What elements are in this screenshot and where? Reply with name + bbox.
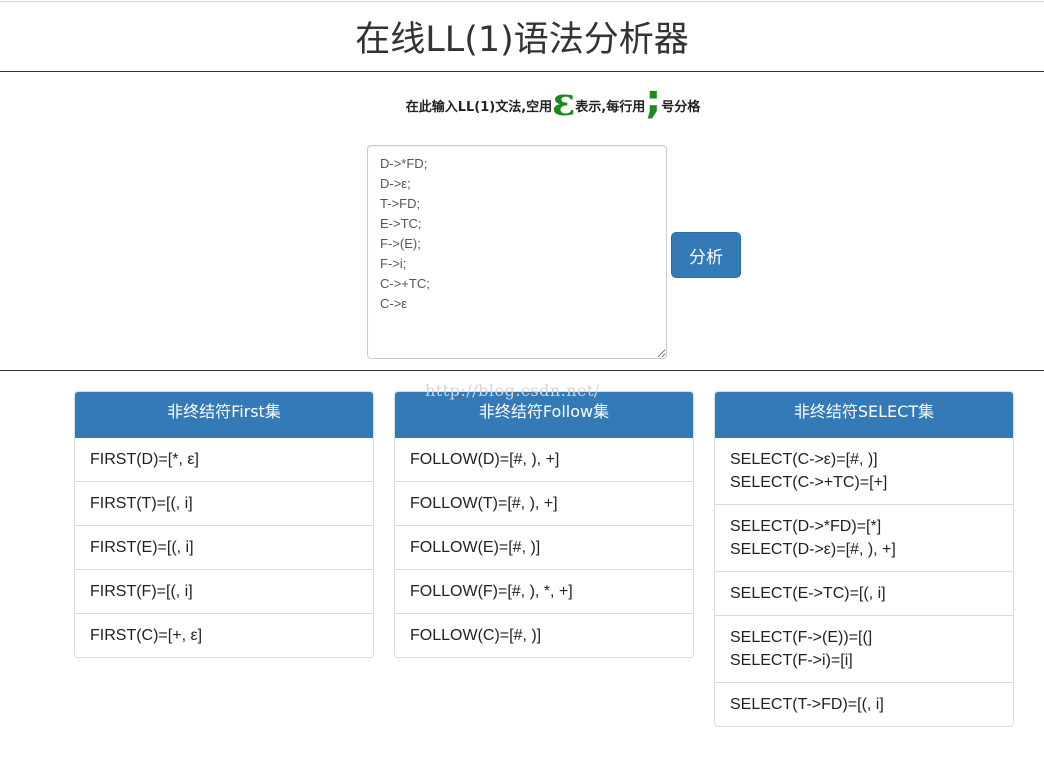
follow-set-item: FOLLOW(C)=[#, )] xyxy=(395,613,693,657)
first-set-item: FIRST(E)=[(, i] xyxy=(75,525,373,569)
follow-set-heading: 非终结符Follow集 xyxy=(395,392,693,438)
input-instruction: 在此输入LL(1)文法,空用ε表示,每行用;号分格 xyxy=(0,80,1044,121)
select-set-item: SELECT(E->TC)=[(, i] xyxy=(715,571,1013,615)
page-header: 在线LL(1)语法分析器 xyxy=(0,2,1044,71)
select-set-heading: 非终结符SELECT集 xyxy=(715,392,1013,438)
select-entry: SELECT(F->(E))=[(] xyxy=(730,629,873,646)
select-entry: SELECT(E->TC)=[(, i] xyxy=(730,585,886,602)
instruction-prefix: 在此输入LL(1)文法,空用 xyxy=(405,100,553,115)
header-divider xyxy=(0,71,1044,72)
epsilon-glyph: ε xyxy=(552,79,576,124)
select-set-item: SELECT(F->(E))=[(] SELECT(F->i)=[i] xyxy=(715,615,1013,682)
first-set-item: FIRST(F)=[(, i] xyxy=(75,569,373,613)
select-entry: SELECT(F->i)=[i] xyxy=(730,652,853,669)
select-entry: SELECT(C->ε)=[#, )] xyxy=(730,451,878,468)
first-set-panel: 非终结符First集 FIRST(D)=[*, ε] FIRST(T)=[(, … xyxy=(74,391,374,658)
follow-set-item: FOLLOW(D)=[#, ), +] xyxy=(410,451,560,468)
follow-set-item: FOLLOW(F)=[#, ), *, +] xyxy=(395,569,693,613)
select-set-list: SELECT(C->ε)=[#, )] SELECT(C->+TC)=[+] S… xyxy=(715,438,1013,726)
select-entry: SELECT(C->+TC)=[+] xyxy=(730,474,888,491)
first-set-list: FIRST(D)=[*, ε] FIRST(T)=[(, i] FIRST(E)… xyxy=(75,438,373,657)
first-set-item: FIRST(T)=[(, i] xyxy=(75,481,373,525)
select-set-item: SELECT(D->*FD)=[*] SELECT(D->ε)=[#, ), +… xyxy=(715,504,1013,571)
instruction-suffix: 号分格 xyxy=(661,100,701,115)
select-entry: SELECT(D->*FD)=[*] xyxy=(730,518,882,535)
first-set-item: FIRST(C)=[+, ε] xyxy=(75,613,373,657)
grammar-input[interactable] xyxy=(367,145,667,359)
first-set-item: FIRST(D)=[*, ε] xyxy=(90,451,199,468)
follow-set-list: FOLLOW(D)=[#, ), +] FOLLOW(T)=[#, ), +] … xyxy=(395,438,693,657)
first-set-heading: 非终结符First集 xyxy=(75,392,373,438)
page-title: 在线LL(1)语法分析器 xyxy=(355,20,689,60)
semicolon-glyph: ; xyxy=(645,77,662,123)
section-divider xyxy=(0,370,1044,371)
select-entry: SELECT(D->ε)=[#, ), +] xyxy=(730,541,896,558)
select-set-item: SELECT(C->ε)=[#, )] SELECT(C->+TC)=[+] xyxy=(715,438,1013,504)
select-set-panel: 非终结符SELECT集 SELECT(C->ε)=[#, )] SELECT(C… xyxy=(714,391,1014,727)
analyze-button[interactable]: 分析 xyxy=(671,232,741,278)
instruction-middle: 表示,每行用 xyxy=(575,100,646,115)
follow-set-item: FOLLOW(E)=[#, )] xyxy=(395,525,693,569)
select-entry: SELECT(T->FD)=[(, i] xyxy=(730,696,884,713)
follow-set-item: FOLLOW(T)=[#, ), +] xyxy=(395,481,693,525)
select-set-item: SELECT(T->FD)=[(, i] xyxy=(715,682,1013,726)
follow-set-panel: 非终结符Follow集 FOLLOW(D)=[#, ), +] FOLLOW(T… xyxy=(394,391,694,658)
